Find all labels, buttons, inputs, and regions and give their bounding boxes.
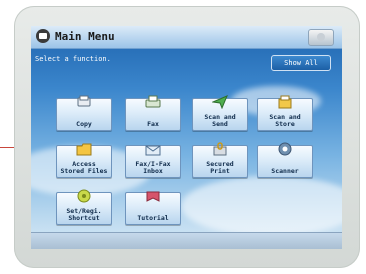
lock-print-icon (213, 142, 227, 156)
function-label: Copy (76, 120, 92, 128)
home-icon[interactable] (36, 29, 50, 43)
tutorial-icon (146, 191, 160, 202)
scanner-button[interactable]: Scanner (257, 142, 313, 178)
function-label: Scan and Store (269, 113, 301, 128)
cloud (181, 176, 342, 236)
page-title: Main Menu (55, 30, 115, 43)
function-label: Access Stored Files (60, 160, 108, 175)
copy-button[interactable]: Copy (56, 95, 112, 131)
function-label: Set/Regi. Shortcut (66, 207, 102, 222)
star-icon (77, 189, 91, 203)
function-label: Fax (147, 120, 159, 128)
access-stored-files-button[interactable]: Access Stored Files (56, 143, 112, 178)
touch-screen: Main Menu Select a function. Show All Co… (31, 26, 342, 249)
tutorial-button[interactable]: Tutorial (125, 191, 181, 225)
copy-icon (77, 95, 91, 107)
send-icon (212, 95, 228, 109)
settings-button[interactable] (308, 29, 334, 46)
fax-button[interactable]: Fax (125, 95, 181, 131)
function-label: Secured Print (206, 160, 234, 175)
function-label: Scanner (271, 167, 299, 175)
scan-and-send-button[interactable]: Scan and Send (192, 95, 248, 131)
function-label: Scan and Send (204, 113, 236, 128)
function-label: Fax/I-Fax Inbox (135, 160, 171, 175)
secured-print-button[interactable]: Secured Print (192, 142, 248, 178)
fax-icon (145, 95, 161, 108)
fax-inbox-button[interactable]: Fax/I-Fax Inbox (125, 145, 181, 178)
scan-and-store-button[interactable]: Scan and Store (257, 95, 313, 131)
instruction-text: Select a function. (35, 55, 111, 63)
header-bar: Main Menu (31, 26, 342, 49)
inbox-icon (145, 145, 161, 156)
scanner-icon (278, 142, 292, 156)
function-label: Tutorial (137, 214, 169, 222)
store-icon (278, 95, 292, 109)
status-bar (31, 232, 342, 249)
set-regi-shortcut-button[interactable]: Set/Regi. Shortcut (56, 189, 112, 225)
folder-icon (76, 143, 92, 156)
show-all-button[interactable]: Show All (271, 55, 331, 71)
